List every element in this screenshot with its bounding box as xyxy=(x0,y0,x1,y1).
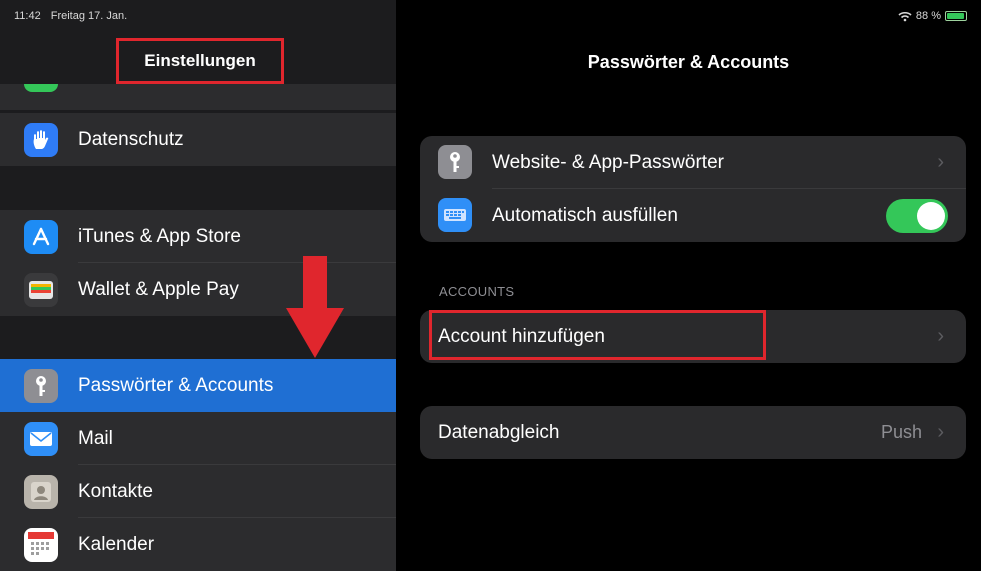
row-label: Automatisch ausfüllen xyxy=(492,204,678,226)
row-label: Website- & App-Passwörter xyxy=(492,151,724,173)
calendar-icon xyxy=(24,527,58,562)
sidebar-item-kontakte[interactable]: Kontakte xyxy=(0,465,396,518)
sidebar-item-label: Datenschutz xyxy=(78,128,184,150)
toggle-knob xyxy=(917,202,945,230)
sidebar-item-passwords-accounts[interactable]: Passwörter & Accounts xyxy=(0,359,396,412)
sidebar-item-kalender[interactable]: Kalender xyxy=(0,518,396,571)
autofill-row: Automatisch ausfüllen xyxy=(420,189,966,242)
sidebar-item-label: Kalender xyxy=(78,533,155,555)
hand-icon xyxy=(24,122,58,157)
mail-icon xyxy=(24,421,58,456)
sidebar-item-datenschutz[interactable]: Datenschutz xyxy=(0,113,396,166)
accounts-section-header: ACCOUNTS xyxy=(439,284,515,299)
passwords-group: Website- & App-Passwörter › Automatisch … xyxy=(420,136,966,242)
wifi-icon xyxy=(898,11,912,21)
keyboard-icon xyxy=(438,198,472,232)
fetch-group: Datenabgleich Push › xyxy=(420,406,966,459)
chevron-right-icon: › xyxy=(937,421,944,443)
sidebar-item-label: Passwörter & Accounts xyxy=(78,374,274,396)
sidebar-item-label: Mail xyxy=(78,427,113,449)
fetch-new-data-row[interactable]: Datenabgleich Push › xyxy=(420,406,966,459)
detail-pane: Passwörter & Accounts Website- & App-Pas… xyxy=(396,0,981,571)
annotation-highlight-box xyxy=(429,310,766,360)
fetch-label: Datenabgleich xyxy=(438,421,560,443)
key-icon xyxy=(438,145,472,179)
sidebar-item-label: Wallet & Apple Pay xyxy=(78,278,239,300)
key-icon xyxy=(24,368,58,403)
wallet-icon xyxy=(24,272,58,307)
red-arrow-down-icon xyxy=(286,256,344,358)
battery-percent: 88 % xyxy=(915,10,941,22)
contacts-icon xyxy=(24,474,58,509)
page-title: Passwörter & Accounts xyxy=(587,52,790,72)
battery-icon xyxy=(945,11,967,21)
sidebar-item-label: iTunes & App Store xyxy=(78,225,242,247)
fetch-value: Push xyxy=(880,422,922,442)
sidebar-title: Einstellungen xyxy=(116,38,284,84)
status-date: Freitag 17. Jan. xyxy=(50,10,128,22)
website-app-passwords-row[interactable]: Website- & App-Passwörter › xyxy=(420,136,966,189)
settings-sidebar: Einstellungen Datenschutz iTunes & App S… xyxy=(0,0,396,571)
status-bar-right: 88 % xyxy=(898,10,967,22)
sidebar-item-mail[interactable]: Mail xyxy=(0,412,396,465)
sidebar-item-label: Kontakte xyxy=(78,480,153,502)
app-store-icon xyxy=(24,219,58,254)
chevron-right-icon: › xyxy=(937,325,944,347)
status-time: 11:42 xyxy=(14,10,41,22)
status-bar-left: 11:42 Freitag 17. Jan. xyxy=(14,10,127,22)
chevron-right-icon: › xyxy=(937,151,944,173)
autofill-toggle[interactable] xyxy=(886,199,948,233)
